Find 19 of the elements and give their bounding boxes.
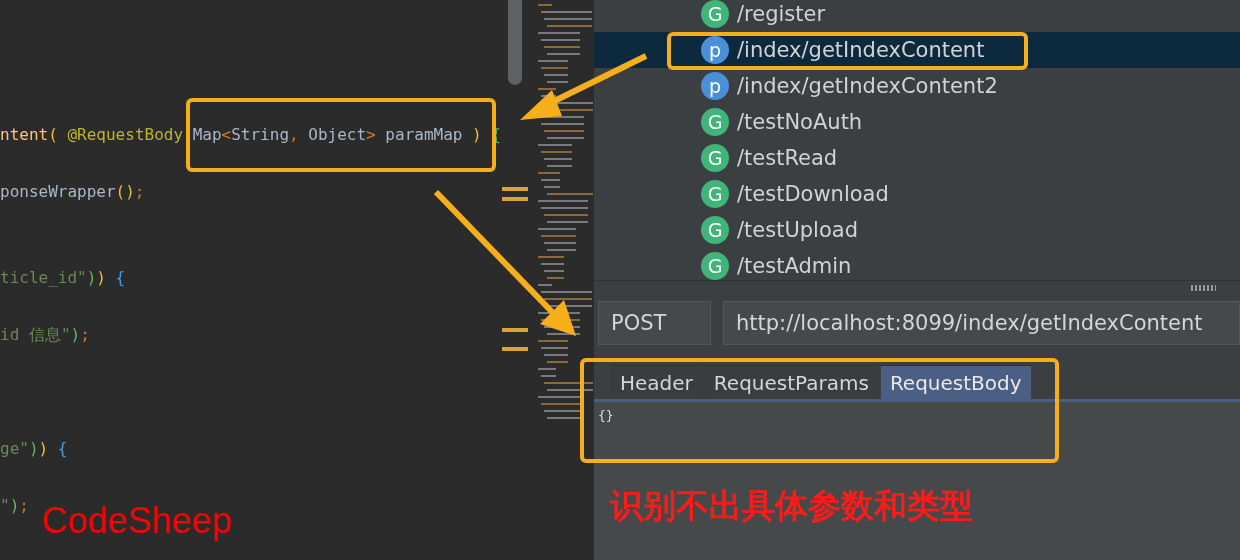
scrollbar-thumb[interactable] <box>508 0 522 85</box>
url-field[interactable]: http://localhost:8099/index/getIndexContent <box>723 301 1240 345</box>
endpoint-item[interactable]: G /register <box>594 0 1240 32</box>
resize-grip-icon[interactable] <box>1190 285 1216 291</box>
method-field[interactable]: POST <box>598 301 711 345</box>
annotation-note: 识别不出具体参数和类型 <box>610 485 973 527</box>
endpoint-item[interactable]: G /testUpload <box>594 212 1240 248</box>
signature-text: CodeSheep <box>42 500 233 542</box>
code-line: ponseWrapper(); <box>0 181 146 203</box>
endpoint-item[interactable]: G /testRead <box>594 140 1240 176</box>
code-line: ge")) { <box>0 437 69 460</box>
endpoint-item[interactable]: G /testNoAuth <box>594 104 1240 140</box>
code-line: ticle_id")) { <box>0 266 127 289</box>
endpoint-item[interactable]: G /testAdmin <box>594 248 1240 284</box>
endpoint-item[interactable]: p /index/getIndexContent2 <box>594 68 1240 104</box>
tab[interactable]: RequestBody <box>880 365 1031 399</box>
code-line: "); <box>0 494 30 517</box>
endpoint-item[interactable]: G /testDownload <box>594 176 1240 212</box>
code-line: id 信息"); <box>0 323 91 346</box>
